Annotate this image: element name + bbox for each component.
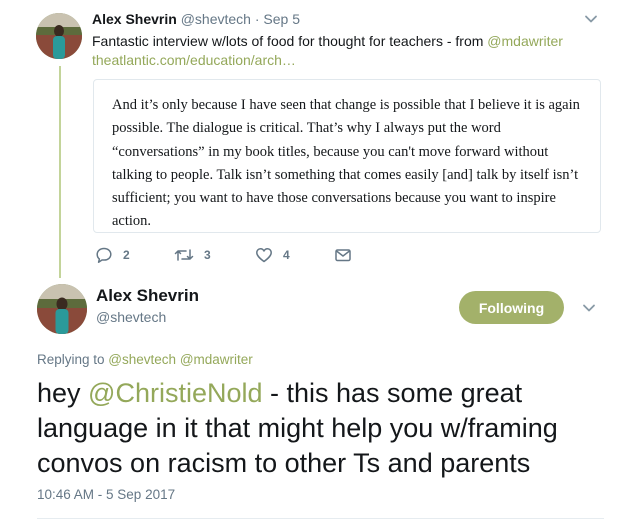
author-name[interactable]: Alex Shevrin	[92, 11, 177, 27]
divider	[37, 518, 604, 519]
tweet-text: hey	[37, 378, 89, 408]
quote-text: And it’s only because I have seen that c…	[112, 97, 580, 230]
replying-to: Replying to @shevtech @mdawriter	[37, 352, 253, 367]
article-link[interactable]: theatlantic.com/education/arch…	[92, 52, 296, 68]
author-handle[interactable]: @shevtech	[181, 11, 251, 27]
separator-dot: ·	[250, 11, 264, 27]
retweet-count: 3	[204, 248, 211, 262]
like-button[interactable]: 4	[255, 245, 290, 265]
reply-icon	[96, 247, 112, 263]
mention-link[interactable]: @shevtech	[108, 352, 176, 367]
replying-prefix: Replying to	[37, 352, 109, 367]
chevron-down-icon[interactable]	[581, 300, 597, 316]
quoted-excerpt-card[interactable]: And it’s only because I have seen that c…	[93, 79, 601, 233]
avatar[interactable]	[37, 284, 87, 334]
direct-message-button[interactable]	[334, 245, 362, 265]
envelope-icon	[335, 249, 351, 262]
reply-button[interactable]: 2	[95, 245, 130, 265]
author-handle[interactable]: @shevtech	[96, 309, 166, 325]
retweet-button[interactable]: 3	[174, 245, 211, 265]
parent-tweet-header: Alex Shevrin @shevtech · Sep 5	[92, 11, 300, 27]
reply-count: 2	[123, 248, 130, 262]
retweet-icon	[174, 249, 194, 261]
tweet-timestamp[interactable]: 10:46 AM - 5 Sep 2017	[37, 487, 175, 502]
mention-link[interactable]: @mdawriter	[487, 33, 563, 49]
author-name[interactable]: Alex Shevrin	[96, 286, 199, 306]
tweet-date[interactable]: Sep 5	[263, 11, 300, 27]
mention-link[interactable]: @ChristieNold	[88, 378, 262, 408]
main-tweet-text: hey @ChristieNold - this has some great …	[37, 376, 627, 481]
parent-tweet-text: Fantastic interview w/lots of food for t…	[92, 32, 563, 51]
tweet-text: Fantastic interview w/lots of food for t…	[92, 33, 488, 49]
thread-connector-line	[59, 66, 61, 278]
following-button[interactable]: Following	[459, 291, 564, 324]
avatar[interactable]	[36, 13, 82, 59]
heart-icon	[256, 248, 272, 263]
mention-link[interactable]: @mdawriter	[180, 352, 253, 367]
like-count: 4	[283, 248, 290, 262]
chevron-down-icon[interactable]	[583, 11, 599, 27]
